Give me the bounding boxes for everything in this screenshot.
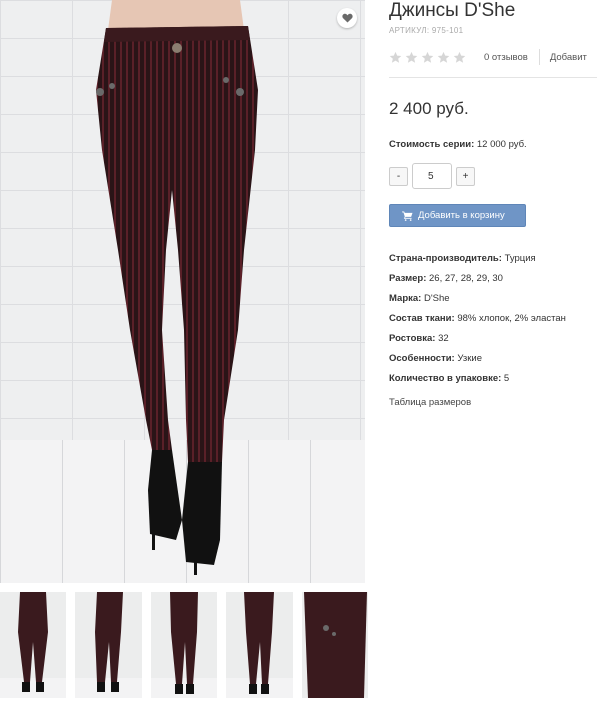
- property-value: Турция: [504, 253, 536, 264]
- star-icon[interactable]: [389, 51, 402, 64]
- property-value: 98% хлопок, 2% эластан: [457, 313, 566, 324]
- property-pack-quantity: Количество в упаковке: 5: [389, 369, 597, 389]
- property-label: Размер:: [389, 273, 427, 284]
- property-country: Страна-производитель: Турция: [389, 249, 597, 269]
- thumbnail-2[interactable]: [75, 592, 142, 698]
- quantity-increase-button[interactable]: +: [456, 166, 475, 186]
- property-fabric: Состав ткани: 98% хлопок, 2% эластан: [389, 309, 597, 329]
- add-review-link[interactable]: Добавит: [550, 52, 587, 63]
- quantity-decrease-button[interactable]: -: [389, 166, 408, 186]
- product-sku: Артикул: 975-101: [389, 26, 597, 35]
- property-size: Размер: 26, 27, 28, 29, 30: [389, 269, 597, 289]
- series-price: Стоимость серии: 12 000 руб.: [389, 139, 597, 150]
- star-icon[interactable]: [405, 51, 418, 64]
- product-properties: Страна-производитель: Турция Размер: 26,…: [389, 249, 597, 389]
- property-features: Особенности: Узкие: [389, 349, 597, 369]
- thumbnail-4[interactable]: [226, 592, 293, 698]
- quantity-input[interactable]: 5: [412, 163, 452, 189]
- product-info-panel: Джинсы D'She Артикул: 975-101 0 отзывов …: [389, 0, 597, 408]
- reviews-count-link[interactable]: 0 отзывов: [484, 52, 528, 63]
- property-label: Состав ткани:: [389, 313, 455, 324]
- quantity-stepper: - 5 +: [389, 163, 597, 189]
- jeans-illustration: [96, 0, 258, 575]
- star-icon[interactable]: [453, 51, 466, 64]
- favorite-button[interactable]: [337, 8, 357, 28]
- thumbnail-1[interactable]: [0, 592, 67, 698]
- property-size-run: Ростовка: 32: [389, 329, 597, 349]
- property-label: Страна-производитель:: [389, 253, 502, 264]
- series-price-value: 12 000 руб.: [476, 139, 527, 150]
- heart-icon: [341, 13, 353, 23]
- property-value: 5: [503, 373, 510, 384]
- add-to-cart-label: Добавить в корзину: [418, 210, 505, 221]
- star-icon[interactable]: [437, 51, 450, 64]
- divider: [538, 49, 540, 65]
- property-value: 32: [438, 333, 449, 344]
- thumbnail-3[interactable]: [150, 592, 218, 698]
- thumbnail-gallery: [0, 592, 369, 698]
- property-label: Марка:: [389, 293, 422, 304]
- thumbnail-5[interactable]: [301, 592, 369, 698]
- property-label: Количество в упаковке:: [389, 373, 502, 384]
- divider: [389, 77, 597, 78]
- star-icon[interactable]: [421, 51, 434, 64]
- sku-value: 975-101: [431, 26, 464, 35]
- product-price: 2 400 руб.: [389, 99, 469, 118]
- main-product-image[interactable]: [0, 0, 365, 583]
- sku-label: Артикул:: [389, 26, 430, 35]
- property-label: Ростовка:: [389, 333, 436, 344]
- property-label: Особенности:: [389, 353, 455, 364]
- add-to-cart-button[interactable]: Добавить в корзину: [389, 204, 526, 227]
- size-table-link[interactable]: Таблица размеров: [389, 397, 597, 408]
- rating-stars[interactable]: [389, 51, 466, 64]
- product-title: Джинсы D'She: [389, 0, 516, 21]
- rating-row: 0 отзывов Добавит: [389, 49, 597, 65]
- cart-icon: [402, 210, 413, 221]
- property-value: 26, 27, 28, 29, 30: [429, 273, 503, 284]
- series-price-label: Стоимость серии:: [389, 139, 475, 150]
- property-brand: Марка: D'She: [389, 289, 597, 309]
- property-value: Узкие: [457, 353, 482, 364]
- property-value: D'She: [423, 293, 450, 304]
